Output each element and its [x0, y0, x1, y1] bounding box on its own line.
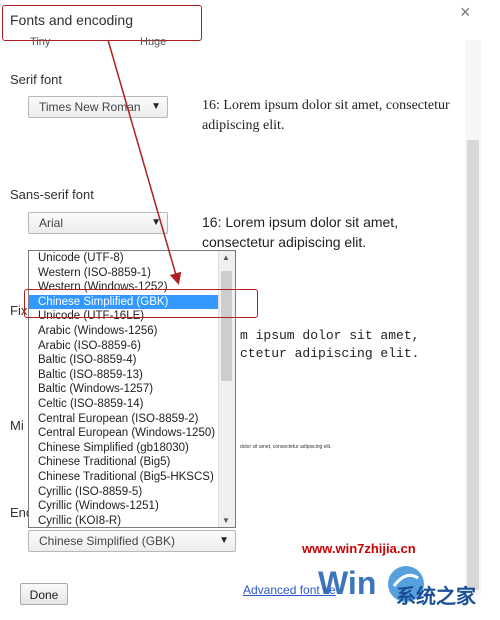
watermark-brand: 系统之家 [396, 586, 476, 608]
annotation-arrow [107, 39, 182, 285]
watermark-url: www.win7zhijia.cn [302, 541, 416, 556]
done-button[interactable]: Done [20, 583, 68, 605]
svg-text:Win: Win [318, 565, 376, 601]
